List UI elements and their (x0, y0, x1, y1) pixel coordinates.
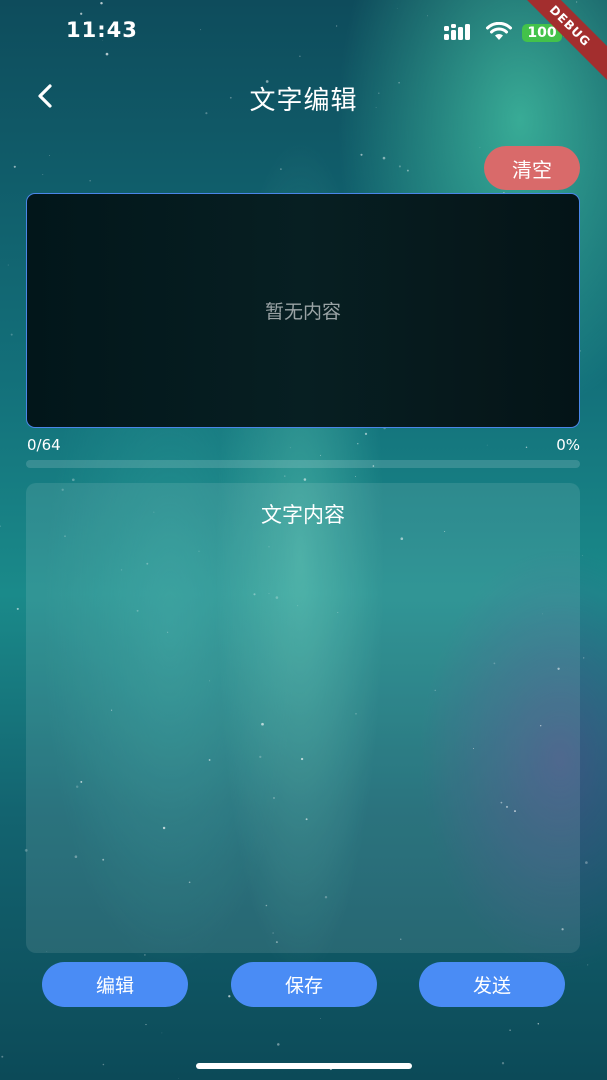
star (280, 168, 282, 170)
star (382, 156, 386, 160)
star (357, 443, 359, 445)
star (71, 478, 75, 482)
star (303, 478, 307, 481)
star (178, 1078, 180, 1079)
star (360, 153, 363, 156)
star (161, 1032, 163, 1034)
star (228, 995, 231, 998)
star (398, 165, 401, 168)
progress-bar (26, 460, 580, 468)
star (479, 147, 481, 149)
star (0, 525, 1, 527)
star (10, 333, 13, 336)
signal-icon (444, 24, 470, 40)
star (509, 1029, 511, 1031)
star (144, 954, 146, 956)
status-bar: 11:43 100 (0, 0, 607, 66)
battery-level: 100 (527, 25, 557, 41)
star (583, 657, 585, 659)
home-indicator (196, 1063, 412, 1069)
star (145, 1024, 147, 1026)
save-button[interactable]: 保存 (231, 962, 377, 1007)
star (7, 264, 9, 266)
text-preview-box[interactable]: 暂无内容 (26, 193, 580, 428)
star (1, 1055, 4, 1058)
star (16, 607, 19, 610)
star (89, 180, 91, 182)
star (320, 454, 322, 456)
star (364, 432, 368, 436)
edit-button[interactable]: 编辑 (42, 962, 188, 1007)
star (486, 444, 488, 446)
star (49, 154, 51, 156)
nav-bar: 文字编辑 (0, 70, 607, 126)
star (13, 165, 16, 168)
star (582, 555, 583, 556)
content-panel-title: 文字内容 (261, 503, 345, 527)
star (289, 447, 291, 449)
progress-percent: 0% (556, 436, 580, 454)
star (406, 169, 409, 172)
star (42, 174, 44, 175)
send-button[interactable]: 发送 (419, 962, 565, 1007)
star (501, 1062, 505, 1065)
star (284, 475, 286, 477)
star (102, 1063, 105, 1066)
star (320, 1018, 321, 1019)
text-content-panel[interactable]: 文字内容 (26, 483, 580, 953)
star (585, 861, 588, 864)
star (355, 476, 356, 477)
empty-placeholder: 暂无内容 (264, 301, 341, 323)
status-time: 11:43 (66, 18, 138, 42)
page-title: 文字编辑 (249, 86, 358, 116)
character-count: 0/64 (27, 436, 61, 454)
clear-button[interactable]: 清空 (484, 146, 580, 190)
star (277, 1043, 280, 1046)
star (587, 964, 589, 966)
star (537, 1023, 540, 1025)
wifi-icon (486, 22, 512, 40)
star (525, 446, 528, 449)
